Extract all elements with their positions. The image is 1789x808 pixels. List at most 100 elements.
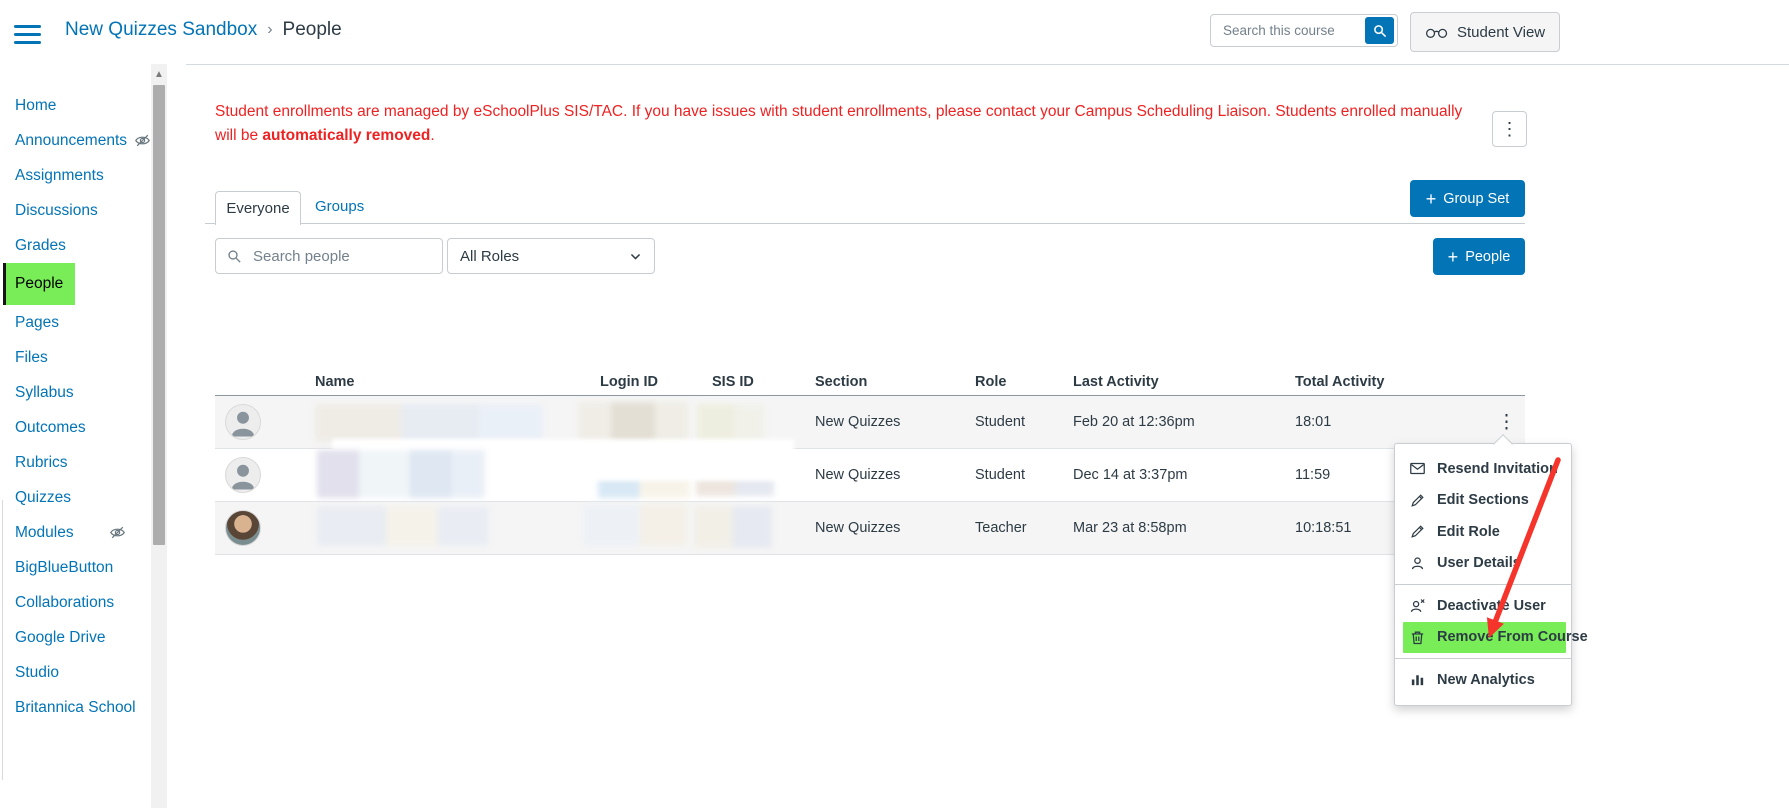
- sidebar-item-grades[interactable]: Grades: [15, 228, 66, 263]
- cell-role: Student: [975, 449, 1025, 501]
- row-context-menu: Resend Invitation Edit Sections Edit Rol…: [1394, 443, 1572, 706]
- pencil-icon: [1409, 492, 1426, 509]
- course-search-box: [1210, 14, 1398, 47]
- tab-groups[interactable]: Groups: [315, 198, 364, 215]
- menu-item-user-details[interactable]: User Details: [1395, 548, 1571, 580]
- sidebar-item-assignments[interactable]: Assignments: [15, 158, 104, 193]
- course-nav-sidebar: Home Announcements Assignments Discussio…: [15, 88, 151, 725]
- cell-role: Teacher: [975, 502, 1027, 554]
- cell-role: Student: [975, 396, 1025, 448]
- cell-total-activity: 10:18:51: [1295, 502, 1351, 554]
- menu-item-remove-from-course-highlighted[interactable]: Remove From Course: [1403, 622, 1566, 654]
- sidebar-item-home[interactable]: Home: [15, 88, 56, 123]
- search-people-input[interactable]: [251, 247, 442, 266]
- sidebar-item-quizzes[interactable]: Quizzes: [15, 480, 71, 515]
- col-header-role: Role: [975, 368, 1006, 395]
- scroll-up-arrow[interactable]: ▲: [151, 64, 167, 80]
- tab-underline: [205, 223, 1525, 224]
- pencil-icon: [1409, 523, 1426, 540]
- sidebar-item-studio[interactable]: Studio: [15, 655, 59, 690]
- course-search-input[interactable]: [1221, 22, 1365, 39]
- add-group-set-button[interactable]: + Group Set: [1410, 180, 1525, 217]
- hidden-eye-icon: [134, 132, 151, 149]
- glasses-icon: [1425, 26, 1449, 39]
- enrollment-warning-message: Student enrollments are managed by eScho…: [215, 100, 1465, 148]
- breadcrumb: New Quizzes Sandbox › People: [65, 19, 342, 41]
- redacted-login-id: [578, 402, 688, 444]
- col-header-login-id: Login ID: [600, 368, 658, 395]
- roles-filter-value: All Roles: [460, 248, 629, 265]
- sidebar-item-people-active-highlighted[interactable]: People: [3, 263, 75, 305]
- cell-last-activity: Mar 23 at 8:58pm: [1073, 502, 1187, 554]
- breadcrumb-course-link[interactable]: New Quizzes Sandbox: [65, 19, 257, 41]
- sidebar-item-bigbluebutton[interactable]: BigBlueButton: [15, 550, 113, 585]
- kebab-icon: ⋮: [1501, 119, 1519, 140]
- menu-separator: [1395, 658, 1571, 659]
- col-header-last-activity: Last Activity: [1073, 368, 1159, 395]
- sidebar-item-collaborations[interactable]: Collaborations: [15, 585, 114, 620]
- global-nav-hamburger-icon[interactable]: [14, 20, 41, 49]
- user-icon: [1409, 555, 1426, 572]
- cell-last-activity: Dec 14 at 3:37pm: [1073, 449, 1187, 501]
- menu-item-resend-invitation[interactable]: Resend Invitation: [1395, 453, 1571, 485]
- user-x-icon: [1409, 597, 1426, 614]
- col-header-name: Name: [315, 368, 355, 395]
- menu-item-new-analytics[interactable]: New Analytics: [1395, 664, 1571, 696]
- cell-total-activity: 11:59: [1295, 449, 1330, 501]
- sidebar-item-pages[interactable]: Pages: [15, 305, 59, 340]
- avatar[interactable]: [225, 457, 261, 493]
- sidebar-scrollbar-thumb[interactable]: [153, 85, 165, 545]
- sidebar-item-discussions[interactable]: Discussions: [15, 193, 98, 228]
- student-view-button[interactable]: Student View: [1410, 12, 1560, 52]
- menu-item-edit-sections[interactable]: Edit Sections: [1395, 485, 1571, 517]
- col-header-total-activity: Total Activity: [1295, 368, 1384, 395]
- trash-icon: [1409, 629, 1426, 646]
- search-icon: [1373, 24, 1387, 38]
- avatar-photo[interactable]: [225, 510, 261, 546]
- sidebar-item-outcomes[interactable]: Outcomes: [15, 410, 86, 445]
- person-silhouette-icon: [226, 405, 260, 439]
- search-people-box: [215, 238, 443, 274]
- sidebar-item-modules[interactable]: Modules: [15, 515, 126, 550]
- avatar[interactable]: [225, 404, 261, 440]
- col-header-section: Section: [815, 368, 867, 395]
- search-icon: [227, 249, 242, 264]
- canvas-people-page: New Quizzes Sandbox › People Student Vie…: [0, 0, 1789, 808]
- page-options-kebab-button[interactable]: ⋮: [1492, 111, 1527, 147]
- roles-filter-select[interactable]: All Roles: [447, 238, 655, 274]
- menu-item-deactivate-user[interactable]: Deactivate User: [1395, 590, 1571, 622]
- header-divider: [186, 64, 1789, 65]
- cell-section: New Quizzes: [815, 449, 900, 501]
- tab-everyone[interactable]: Everyone: [215, 191, 301, 225]
- sidebar-item-syllabus[interactable]: Syllabus: [15, 375, 74, 410]
- redacted-sis-id: [697, 404, 765, 444]
- hidden-eye-icon: [109, 524, 126, 541]
- chevron-down-icon: [629, 250, 642, 263]
- redacted-sis-id: [694, 506, 772, 548]
- menu-item-edit-role[interactable]: Edit Role: [1395, 516, 1571, 548]
- breadcrumb-separator: ›: [267, 21, 272, 39]
- sidebar-item-britannica-school[interactable]: Britannica School: [15, 690, 136, 725]
- col-header-sis-id: SIS ID: [712, 368, 754, 395]
- student-view-label: Student View: [1457, 24, 1545, 41]
- row-options-kebab-button[interactable]: ⋮: [1497, 413, 1516, 432]
- cell-total-activity: 18:01: [1295, 396, 1331, 448]
- cell-section: New Quizzes: [815, 502, 900, 554]
- course-search-button[interactable]: [1365, 17, 1394, 44]
- cell-section: New Quizzes: [815, 396, 900, 448]
- redacted-name: [315, 404, 543, 442]
- person-silhouette-icon: [226, 458, 260, 492]
- sidebar-item-announcements[interactable]: Announcements: [15, 123, 151, 158]
- add-people-button[interactable]: + People: [1433, 238, 1525, 275]
- cell-last-activity: Feb 20 at 12:36pm: [1073, 396, 1195, 448]
- redacted-name: [317, 450, 485, 498]
- plus-icon: +: [1426, 190, 1437, 208]
- redacted-login-id: [583, 504, 687, 546]
- sidebar-item-google-drive[interactable]: Google Drive: [15, 620, 105, 655]
- redacted-name: [317, 506, 489, 546]
- breadcrumb-current-page: People: [283, 19, 342, 41]
- sidebar-scrollbar-track[interactable]: ▲: [151, 64, 167, 808]
- sidebar-item-files[interactable]: Files: [15, 340, 48, 375]
- sidebar-item-rubrics[interactable]: Rubrics: [15, 445, 68, 480]
- plus-icon: +: [1448, 248, 1459, 266]
